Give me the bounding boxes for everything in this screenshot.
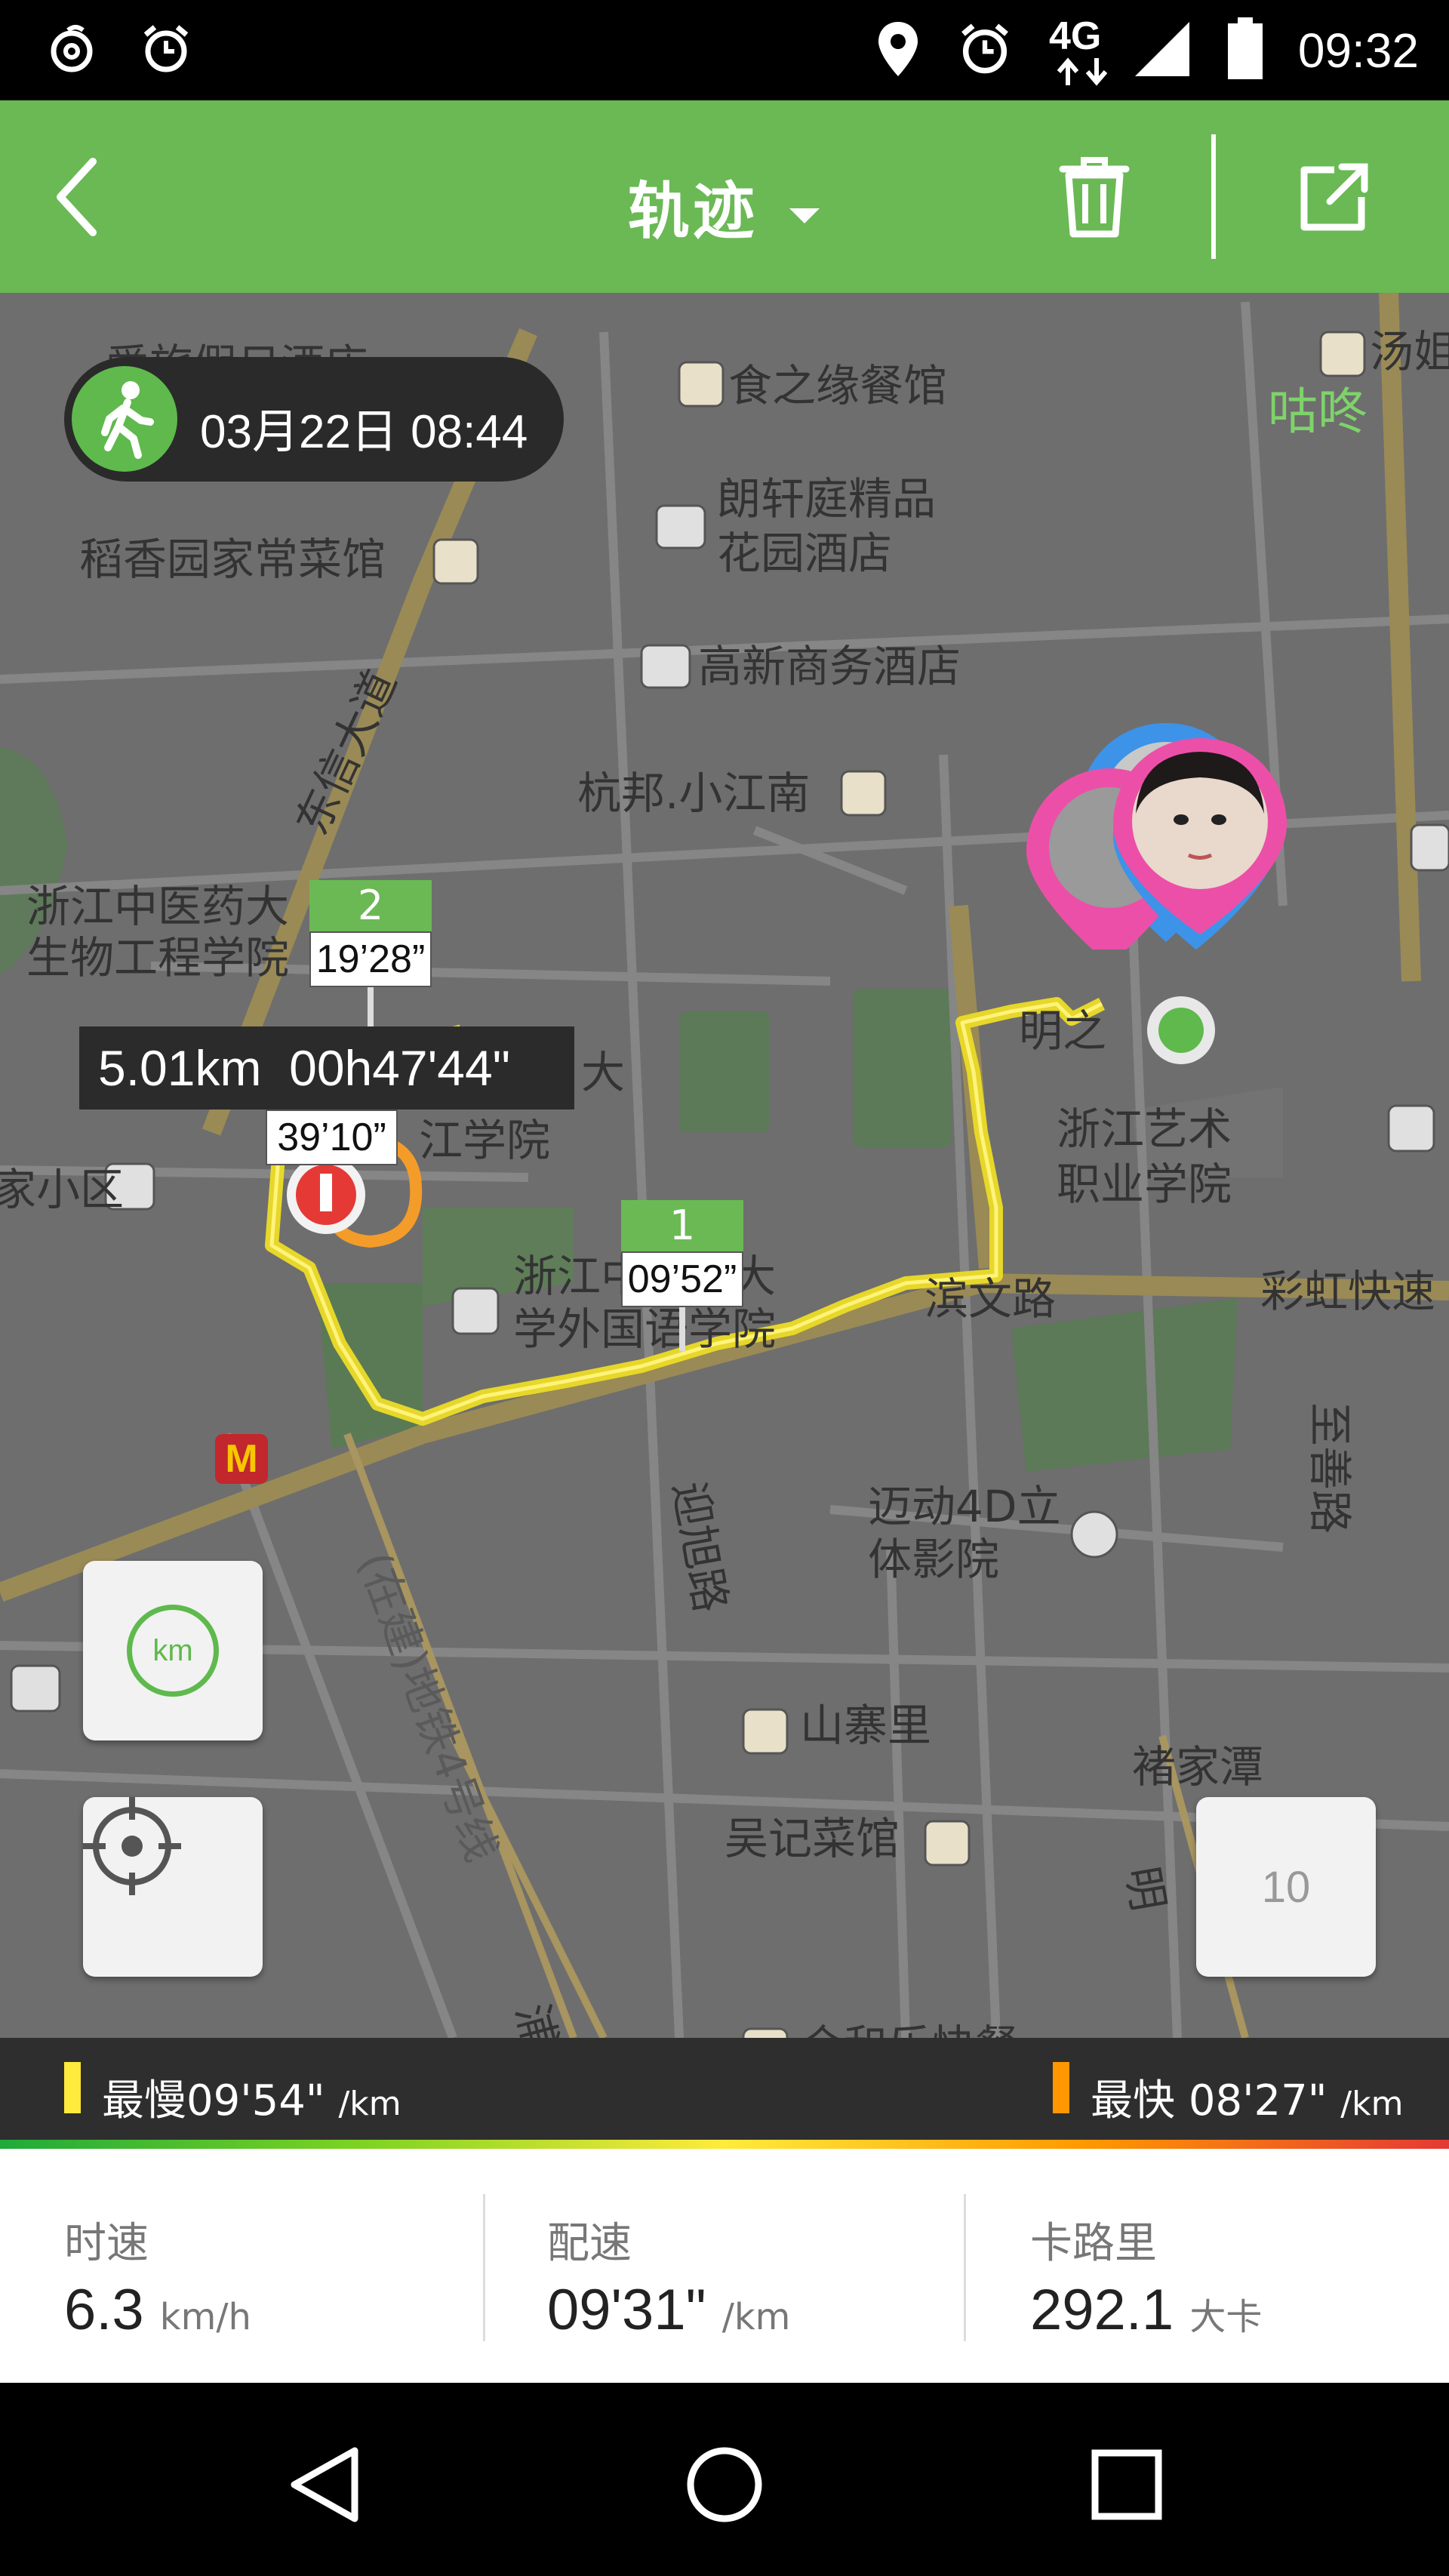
map-view[interactable]: M 爱旅假日酒店 食之缘餐馆 汤姐 咕咚: [0, 293, 1449, 2038]
stats-panel: 时速 6.3 km/h 配速 09'31" /km 卡路里 292.1 大卡: [0, 2149, 1449, 2383]
nav-recents-button[interactable]: [1070, 2428, 1183, 2541]
pace-unit: /km: [721, 2296, 791, 2338]
map-label: 稻香园家常菜馆: [79, 534, 386, 585]
system-nav-bar: [0, 2383, 1449, 2576]
map-label: 生物工程学院: [26, 932, 290, 983]
split-flag-km: 2: [309, 880, 432, 931]
pace-unit: /km: [1340, 2085, 1404, 2123]
track-date: 03月22日 08:44: [200, 406, 528, 458]
nav-home-button[interactable]: [668, 2428, 781, 2541]
nav-back-button[interactable]: [268, 2428, 381, 2541]
toolbar-divider: [1211, 134, 1216, 259]
split-flag-time: 39’10”: [266, 1109, 398, 1165]
map-label: 合和乐快餐: [800, 2021, 1019, 2038]
map-label: 大: [581, 1047, 626, 1098]
pace-legend: 最慢09'54" /km 最快 08'27" /km: [0, 2038, 1449, 2140]
network-type: 4G: [1049, 14, 1102, 58]
trash-icon: [1059, 156, 1129, 237]
calories-number: 292.1: [1030, 2278, 1174, 2342]
map-label: 学外国语学院: [513, 1303, 777, 1355]
calories-unit: 大卡: [1189, 2296, 1263, 2338]
data-arrows-icon: [1053, 57, 1113, 90]
split-flag-time: 09’52”: [621, 1251, 743, 1307]
pace-unit: /km: [338, 2085, 401, 2123]
location-icon: [868, 19, 928, 79]
slowest-pace: 最慢09'54" /km: [102, 2067, 401, 2128]
pace-gradient-bar: [0, 2140, 1449, 2149]
walk-icon: [72, 366, 177, 472]
nav-home-icon: [687, 2447, 762, 2522]
km-icon: km: [127, 1605, 219, 1697]
map-label: 高新商务酒店: [698, 641, 961, 692]
date-pill: 03月22日 08:44: [64, 357, 564, 482]
calories-label: 卡路里: [1030, 2219, 1157, 2268]
map-label: 明: [1116, 1862, 1175, 1915]
svg-text:M: M: [225, 1437, 257, 1481]
map-label: 杭邦.小江南: [577, 768, 811, 819]
dropdown-arrow-icon: [789, 208, 820, 223]
page-title: 轨迹: [627, 176, 758, 248]
zoom-level-button[interactable]: 10: [1196, 1797, 1376, 1977]
map-label: 家小区: [0, 1164, 125, 1215]
map-label: 迈动4D立: [868, 1481, 1061, 1532]
map-label: 汤姐: [1370, 326, 1449, 377]
map-label: 至善路: [1304, 1402, 1355, 1534]
fastest-value: 08'27": [1188, 2076, 1327, 2125]
km-marker-toggle[interactable]: km: [83, 1561, 263, 1740]
track-summary: 5.01km 00h47'44": [79, 1026, 574, 1109]
stats-divider: [964, 2194, 966, 2341]
nav-recents-icon: [1091, 2449, 1162, 2520]
map-label: 褚家潭: [1132, 1741, 1264, 1793]
crosshair-icon: [83, 1797, 181, 1895]
fastest-pace: 最快 08'27" /km: [1091, 2067, 1403, 2128]
slowest-label: 最慢: [102, 2076, 186, 2125]
map-label: 花园酒店: [717, 528, 893, 579]
split-flag-time: 19’28”: [309, 931, 432, 987]
speed-label: 时速: [64, 2219, 149, 2268]
split-flag-pole: [368, 987, 374, 1031]
status-time: 09:32: [1297, 23, 1419, 78]
map-label: 吴记菜馆: [724, 1813, 900, 1864]
share-icon: [1300, 163, 1367, 230]
calories-value: 292.1 大卡: [1030, 2277, 1262, 2343]
split-flag-pole: [679, 1307, 685, 1351]
map-label: 体影院: [868, 1534, 1000, 1585]
slow-color-swatch: [64, 2062, 81, 2113]
map-label: 山寨里: [800, 1700, 932, 1751]
speed-number: 6.3: [64, 2278, 144, 2342]
map-label: 食之缘餐馆: [728, 360, 948, 411]
friend-avatar-cluster[interactable]: [1026, 723, 1343, 1365]
map-label: 江学院: [419, 1115, 551, 1166]
signal-icon: [1132, 19, 1192, 79]
speed-value: 6.3 km/h: [64, 2277, 251, 2343]
map-label: 浙江中医药大: [26, 881, 290, 932]
battery-icon: [1215, 17, 1275, 79]
slowest-value: 09'54": [186, 2076, 325, 2125]
fast-color-swatch: [1053, 2062, 1069, 2113]
netease-music-icon: [42, 19, 102, 79]
locate-button[interactable]: [83, 1797, 263, 1977]
title-dropdown[interactable]: 轨迹: [0, 161, 1449, 251]
delete-button[interactable]: [1028, 131, 1160, 263]
nav-back-icon: [291, 2447, 358, 2522]
toolbar: 轨迹: [0, 100, 1449, 293]
pace-label: 配速: [547, 2219, 632, 2268]
pace-value: 09'31" /km: [547, 2277, 790, 2343]
speed-unit: km/h: [159, 2296, 251, 2338]
status-bar: 4G 09:32: [0, 0, 1449, 100]
map-label: 朗轩庭精品: [717, 473, 937, 525]
share-button[interactable]: [1268, 131, 1400, 263]
alarm-icon: [136, 19, 196, 79]
fastest-label: 最快: [1091, 2076, 1175, 2125]
pace-number: 09'31": [547, 2278, 706, 2342]
stats-divider: [483, 2194, 485, 2341]
map-label: 咕咚: [1268, 383, 1367, 441]
split-flag-km: 1: [621, 1200, 743, 1251]
avatar-pin-icons: [1026, 723, 1287, 949]
alarm-icon: [955, 19, 1015, 79]
